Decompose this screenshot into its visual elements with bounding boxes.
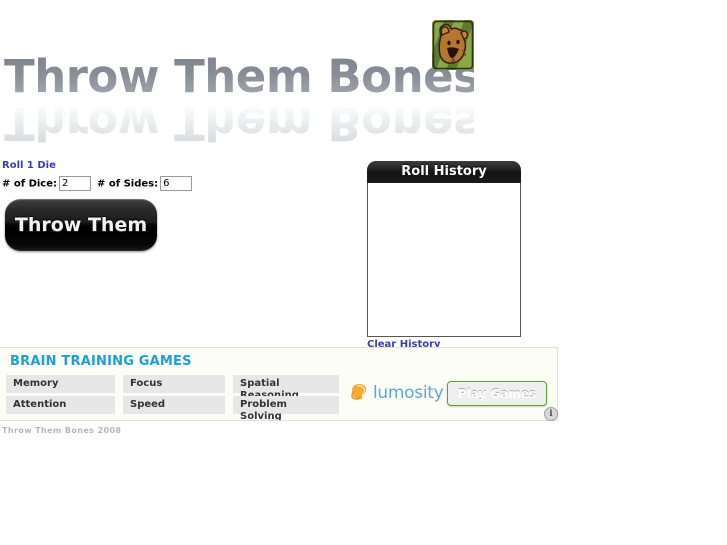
page-title: Throw Them Bones: [4, 50, 480, 103]
ad-chip-attention[interactable]: Attention: [6, 396, 115, 414]
roll-history-panel: Roll History Clear History: [367, 161, 521, 350]
roll-history-title: Roll History: [367, 161, 521, 183]
ad-chip-column: Focus Speed: [123, 375, 225, 414]
dice-controls: Roll 1 Die # of Dice: # of Sides:: [2, 158, 342, 191]
page-title-reflection: Throw Them Bones: [4, 97, 480, 150]
ad-chip-column: Memory Attention: [6, 375, 115, 414]
ad-chip-focus[interactable]: Focus: [123, 375, 225, 393]
adchoices-info-icon[interactable]: i: [544, 407, 558, 421]
ad-chip-memory[interactable]: Memory: [6, 375, 115, 393]
ad-heading: BRAIN TRAINING GAMES: [10, 354, 192, 369]
roll-one-die-link[interactable]: Roll 1 Die: [2, 160, 56, 171]
play-games-button[interactable]: Play Games: [447, 381, 547, 406]
throw-them-button[interactable]: Throw Them: [5, 199, 157, 251]
sides-count-input[interactable]: [160, 176, 193, 191]
footer-copyright: Throw Them Bones 2008: [2, 426, 122, 435]
dice-field-row: # of Dice: # of Sides:: [2, 176, 342, 191]
ad-chip-spatial-reasoning[interactable]: Spatial Reasoning: [233, 375, 339, 401]
lumosity-head-icon: [348, 380, 370, 405]
dice-count-input[interactable]: [59, 176, 91, 191]
site-banner: Throw Them Bones Throw Them Bones: [0, 18, 500, 151]
dice-count-label: # of Dice:: [2, 178, 57, 190]
ad-chip-speed[interactable]: Speed: [123, 396, 225, 414]
lumosity-wordmark: lumosity: [373, 382, 444, 403]
lumosity-logo[interactable]: lumosity: [348, 380, 444, 405]
ad-chip-column: Spatial Reasoning Problem Solving: [233, 375, 339, 420]
roll-history-list[interactable]: [367, 183, 521, 337]
ad-chip-problem-solving[interactable]: Problem Solving: [233, 396, 339, 420]
dog-head-logo-icon: [432, 20, 474, 70]
sides-count-label: # of Sides:: [97, 178, 159, 190]
ad-category-chips: Memory Attention Focus Speed Spatial Rea…: [6, 375, 339, 420]
title-block: Throw Them Bones Throw Them Bones: [4, 50, 480, 154]
